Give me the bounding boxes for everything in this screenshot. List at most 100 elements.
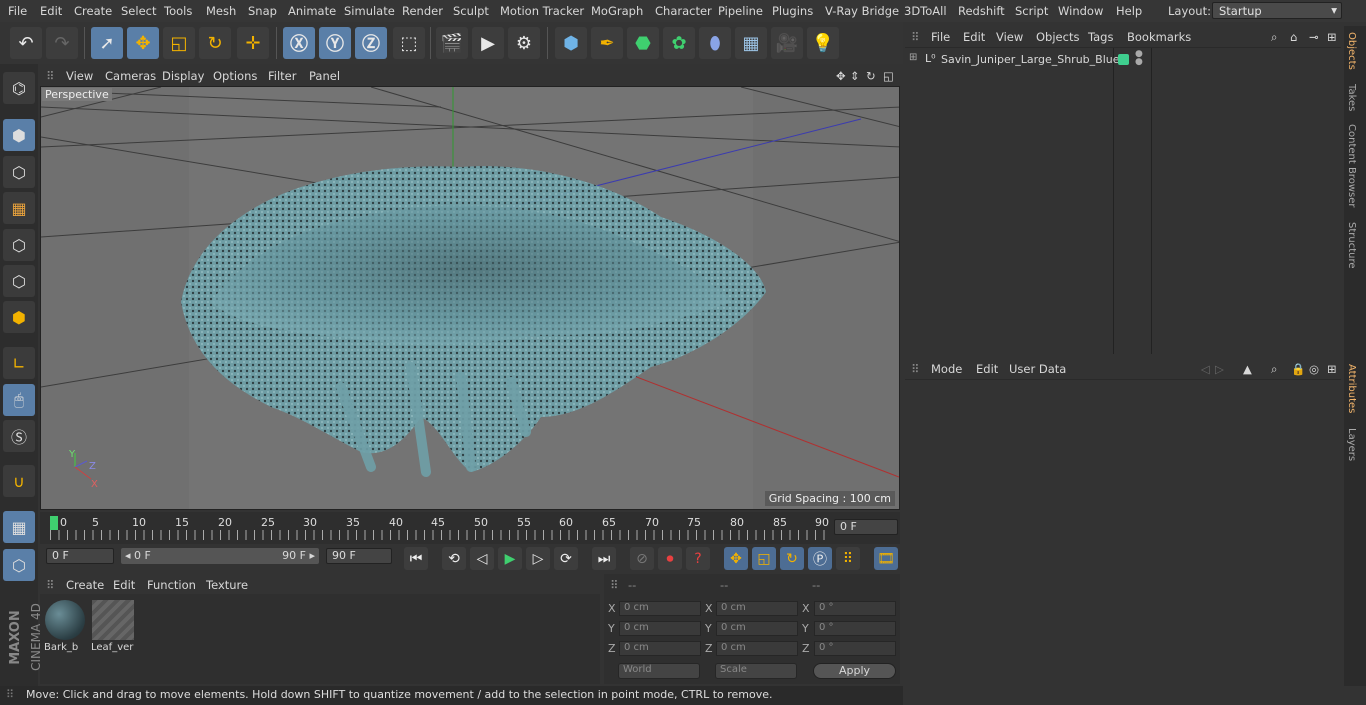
attribute-menu-edit[interactable]: Edit: [976, 362, 998, 376]
menu-script[interactable]: Script: [1015, 4, 1048, 18]
apply-button[interactable]: Apply: [813, 663, 896, 679]
menu-mograph[interactable]: MoGraph: [591, 4, 643, 18]
position-y-field[interactable]: 0 cm: [619, 621, 701, 636]
menu-character[interactable]: Character: [655, 4, 712, 18]
viewport-menu-options[interactable]: Options: [213, 69, 257, 83]
solo-icon[interactable]: Ⓢ: [3, 420, 35, 452]
move-icon[interactable]: ✥: [127, 27, 159, 59]
panel-grip-icon[interactable]: ⠿: [911, 30, 919, 44]
menu-file[interactable]: File: [8, 4, 27, 18]
tab-takes[interactable]: Takes: [1346, 84, 1357, 111]
menu-animate[interactable]: Animate: [288, 4, 336, 18]
object-name[interactable]: Savin_Juniper_Large_Shrub_Blue: [941, 53, 1120, 66]
menu-pipeline[interactable]: Pipeline: [718, 4, 763, 18]
search-icon[interactable]: ⌕: [1271, 30, 1277, 45]
back-icon[interactable]: ⊸: [1309, 30, 1319, 44]
preview-range-slider[interactable]: ◂ 0 F 90 F ▸: [121, 548, 319, 564]
current-frame-field[interactable]: 0 F: [834, 519, 898, 535]
material-item-bark[interactable]: Bark_b: [43, 598, 87, 656]
menu-plugins[interactable]: Plugins: [772, 4, 813, 18]
viewport-menu-cameras[interactable]: Cameras: [105, 69, 156, 83]
key-pla-icon[interactable]: ⠿: [836, 547, 860, 570]
object-menu-file[interactable]: File: [931, 30, 950, 44]
tab-attributes[interactable]: Attributes: [1346, 364, 1357, 413]
object-menu-tags[interactable]: Tags: [1088, 30, 1113, 44]
menu-edit[interactable]: Edit: [40, 4, 62, 18]
tab-objects[interactable]: Objects: [1346, 32, 1357, 70]
menu-select[interactable]: Select: [121, 4, 156, 18]
coordinate-system-icon[interactable]: ⬚: [393, 27, 425, 59]
next-frame-icon[interactable]: ▷: [526, 547, 550, 570]
menu-redshift[interactable]: Redshift: [958, 4, 1005, 18]
workplane-icon[interactable]: ▦: [3, 192, 35, 224]
coordinate-mode-select[interactable]: World: [618, 663, 700, 679]
menu-create[interactable]: Create: [74, 4, 112, 18]
tweak-mode-icon[interactable]: 🖱: [3, 384, 35, 416]
render-settings-icon[interactable]: ⚙: [508, 27, 540, 59]
home-icon[interactable]: ⌂: [1290, 30, 1297, 44]
object-menu-bookmarks[interactable]: Bookmarks: [1127, 30, 1191, 44]
viewport-menu-filter[interactable]: Filter: [268, 69, 296, 83]
visibility-dots-icon[interactable]: ● ●: [1135, 50, 1143, 67]
menu-simulate[interactable]: Simulate: [344, 4, 395, 18]
model-mode-icon[interactable]: ⬢: [3, 119, 35, 151]
key-scale-icon[interactable]: ◱: [752, 547, 776, 570]
snap-magnet-icon[interactable]: ∪: [3, 465, 35, 497]
texture-mode-icon[interactable]: ⬡: [3, 156, 35, 188]
expand-icon[interactable]: ⊞: [909, 52, 917, 63]
menu-help[interactable]: Help: [1116, 4, 1142, 18]
panel-grip-icon[interactable]: ⠿: [46, 69, 54, 83]
position-z-field[interactable]: 0 cm: [619, 641, 701, 656]
rotation-b-field[interactable]: 0 °: [814, 641, 896, 656]
scale-icon[interactable]: ◱: [163, 27, 195, 59]
go-to-start-icon[interactable]: ⏮: [404, 547, 428, 570]
prev-key-icon[interactable]: ⟲: [442, 547, 466, 570]
object-menu-objects[interactable]: Objects: [1036, 30, 1079, 44]
viewport-maximize-icon[interactable]: ◱: [883, 69, 894, 83]
menu-vray-bridge[interactable]: V-Ray Bridge: [825, 4, 899, 18]
planar-workplane-icon[interactable]: ⬡: [3, 549, 35, 581]
redo-icon[interactable]: ↷: [46, 27, 78, 59]
3d-viewport[interactable]: Y Z X Grid Spacing : 100 cm: [40, 86, 900, 510]
target-icon[interactable]: ◎: [1309, 362, 1319, 376]
polygons-mode-icon[interactable]: ⬢: [3, 301, 35, 333]
attribute-menu-mode[interactable]: Mode: [931, 362, 962, 376]
viewport-rotate-icon[interactable]: ↻: [866, 69, 876, 83]
autokey-icon[interactable]: ⏺: [658, 547, 682, 570]
subdivision-icon[interactable]: ⬣: [627, 27, 659, 59]
viewport-pan-icon[interactable]: ✥: [836, 69, 846, 83]
rotation-h-field[interactable]: 0 °: [814, 601, 896, 616]
material-menu-edit[interactable]: Edit: [113, 578, 135, 592]
z-axis-lock-icon[interactable]: Ⓩ: [355, 27, 387, 59]
rotate-icon[interactable]: ↻: [199, 27, 231, 59]
new-manager-icon[interactable]: ⊞: [1327, 362, 1337, 376]
up-arrow-icon[interactable]: ▲: [1243, 362, 1252, 376]
menu-snap[interactable]: Snap: [248, 4, 277, 18]
menu-window[interactable]: Window: [1058, 4, 1103, 18]
make-editable-icon[interactable]: ⌬: [3, 72, 35, 104]
menu-mesh[interactable]: Mesh: [206, 4, 236, 18]
floor-icon[interactable]: ▦: [735, 27, 767, 59]
tab-content-browser[interactable]: Content Browser: [1346, 124, 1357, 207]
menu-sculpt[interactable]: Sculpt: [453, 4, 489, 18]
cube-icon[interactable]: ⬢: [555, 27, 587, 59]
lock-icon[interactable]: 🔒: [1291, 362, 1305, 376]
menu-3dtoall[interactable]: 3DToAll: [904, 4, 947, 18]
transform-mode-select[interactable]: Scale: [715, 663, 797, 679]
timeline-window-icon[interactable]: 🎞: [874, 547, 898, 570]
object-row[interactable]: ⊞ L⁰ Savin_Juniper_Large_Shrub_Blue ● ●: [907, 50, 1341, 68]
go-to-end-icon[interactable]: ⏭: [592, 547, 616, 570]
layout-select[interactable]: Startup: [1212, 2, 1342, 19]
object-menu-edit[interactable]: Edit: [963, 30, 985, 44]
timeline-ruler[interactable]: 0 5 10 15 20 25 30 35 40 45 50 55 60 65 …: [40, 512, 900, 544]
viewport-menu-display[interactable]: Display: [162, 69, 204, 83]
points-mode-icon[interactable]: ⬡: [3, 229, 35, 261]
nav-forward-icon[interactable]: ▷: [1215, 362, 1224, 376]
material-menu-function[interactable]: Function: [147, 578, 196, 592]
tab-structure[interactable]: Structure: [1346, 222, 1357, 269]
size-x-field[interactable]: 0 cm: [716, 601, 798, 616]
menu-render[interactable]: Render: [402, 4, 443, 18]
size-z-field[interactable]: 0 cm: [716, 641, 798, 656]
panel-grip-icon[interactable]: ⠿: [46, 578, 54, 592]
material-menu-texture[interactable]: Texture: [206, 578, 248, 592]
